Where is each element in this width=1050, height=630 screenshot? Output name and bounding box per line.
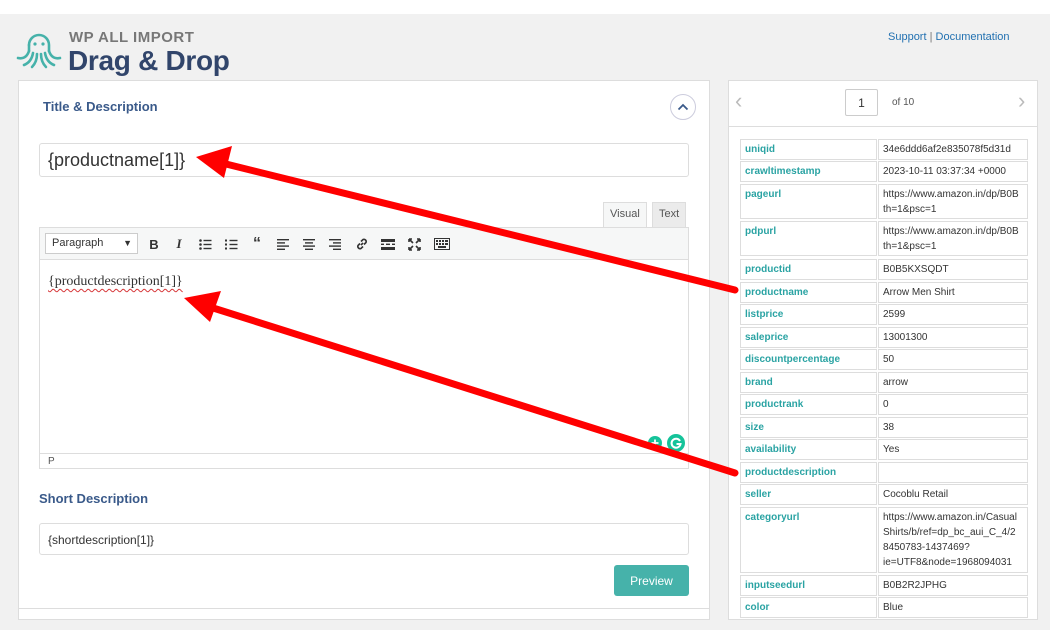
field-key[interactable]: brand xyxy=(740,372,877,393)
table-row: productdescription xyxy=(740,462,1028,483)
field-value: https://www.amazon.in/dp/B0B th=1&psc=1 xyxy=(878,221,1028,256)
link-icon[interactable] xyxy=(354,236,370,252)
page-total: of 10 xyxy=(892,97,915,108)
description-editor[interactable]: Paragraph ▼ B I “ {productdescription[1]… xyxy=(39,227,689,469)
field-key[interactable]: pdpurl xyxy=(740,221,877,256)
field-key[interactable]: color xyxy=(740,597,877,618)
table-row: pageurl https://www.amazon.in/dp/B0B th=… xyxy=(740,184,1028,219)
brand-title: Drag & Drop xyxy=(68,45,230,76)
field-value: 2599 xyxy=(878,304,1028,325)
title-description-heading: Title & Description xyxy=(43,99,158,114)
previous-record-arrow-icon[interactable]: ‹ xyxy=(735,88,742,114)
field-value: B0B2R2JPHG xyxy=(878,575,1028,596)
field-key[interactable]: inputseedurl xyxy=(740,575,877,596)
octopus-logo-icon xyxy=(16,33,62,69)
field-value: Yes xyxy=(878,439,1028,460)
tab-visual[interactable]: Visual xyxy=(603,202,647,228)
format-select[interactable]: Paragraph ▼ xyxy=(45,233,138,254)
title-input[interactable]: {productname[1]} xyxy=(39,143,689,177)
field-key[interactable]: listprice xyxy=(740,304,877,325)
short-description-heading: Short Description xyxy=(39,491,149,506)
italic-icon[interactable]: I xyxy=(171,236,187,252)
field-value: https://www.amazon.in/Casual Shirts/b/re… xyxy=(878,507,1028,573)
documentation-link[interactable]: Documentation xyxy=(936,31,1010,43)
field-value: 50 xyxy=(878,349,1028,370)
editor-content[interactable]: {productdescription[1]} xyxy=(48,274,183,290)
grammarly-icon[interactable] xyxy=(645,433,687,453)
table-row: productname Arrow Men Shirt xyxy=(740,282,1028,303)
field-key[interactable]: seller xyxy=(740,484,877,505)
brand-small-text: WP ALL IMPORT xyxy=(69,29,195,46)
table-row: categoryurl https://www.amazon.in/Casual… xyxy=(740,507,1028,573)
field-key[interactable]: productdescription xyxy=(740,462,877,483)
table-row: listprice 2599 xyxy=(740,304,1028,325)
preview-button[interactable]: Preview xyxy=(614,565,689,596)
field-key[interactable]: crawltimestamp xyxy=(740,161,877,182)
field-key[interactable]: productrank xyxy=(740,394,877,415)
collapse-button[interactable] xyxy=(670,94,696,120)
panel-divider xyxy=(18,608,710,609)
top-links: Support | Documentation xyxy=(888,31,1010,43)
numbered-list-icon[interactable] xyxy=(223,236,239,252)
caret-down-icon: ▼ xyxy=(123,238,132,248)
blockquote-icon[interactable]: “ xyxy=(249,235,265,252)
table-row: color Blue xyxy=(740,597,1028,618)
fullscreen-icon[interactable] xyxy=(406,236,422,252)
field-value: B0B5KXSQDT xyxy=(878,259,1028,280)
field-value: Blue xyxy=(878,597,1028,618)
field-value: 0 xyxy=(878,394,1028,415)
field-key[interactable]: discountpercentage xyxy=(740,349,877,370)
table-row: productid B0B5KXSQDT xyxy=(740,259,1028,280)
field-key[interactable]: size xyxy=(740,417,877,438)
field-key[interactable]: uniqid xyxy=(740,139,877,160)
align-left-icon[interactable] xyxy=(275,236,291,252)
field-value: https://www.amazon.in/dp/B0B th=1&psc=1 xyxy=(878,184,1028,219)
table-row: discountpercentage 50 xyxy=(740,349,1028,370)
field-key[interactable]: productid xyxy=(740,259,877,280)
chevron-up-icon xyxy=(677,103,689,111)
field-value: 34e6ddd6af2e835078f5d31d xyxy=(878,139,1028,160)
field-value: Arrow Men Shirt xyxy=(878,282,1028,303)
field-value: Cocoblu Retail xyxy=(878,484,1028,505)
field-value: 13001300 xyxy=(878,327,1028,348)
table-row: crawltimestamp 2023-10-11 03:37:34 +0000 xyxy=(740,161,1028,182)
tab-text[interactable]: Text xyxy=(652,202,687,228)
next-record-arrow-icon[interactable]: › xyxy=(1018,88,1025,114)
bullet-list-icon[interactable] xyxy=(197,236,213,252)
align-center-icon[interactable] xyxy=(301,236,317,252)
table-row: size 38 xyxy=(740,417,1028,438)
toolbar-toggle-icon[interactable] xyxy=(434,236,450,252)
bold-icon[interactable]: B xyxy=(146,236,162,252)
link-separator: | xyxy=(929,31,933,43)
field-key[interactable]: pageurl xyxy=(740,184,877,219)
editor-status-bar: P xyxy=(40,453,688,469)
table-row: brand arrow xyxy=(740,372,1028,393)
format-select-value: Paragraph xyxy=(52,237,104,249)
table-row: saleprice 13001300 xyxy=(740,327,1028,348)
table-row: inputseedurl B0B2R2JPHG xyxy=(740,575,1028,596)
field-value: 38 xyxy=(878,417,1028,438)
field-value: arrow xyxy=(878,372,1028,393)
table-row: availability Yes xyxy=(740,439,1028,460)
field-key[interactable]: productname xyxy=(740,282,877,303)
pager-divider xyxy=(728,126,1038,127)
table-row: uniqid 34e6ddd6af2e835078f5d31d xyxy=(740,139,1028,160)
editor-toolbar: Paragraph ▼ B I “ xyxy=(40,228,688,260)
table-row: productrank 0 xyxy=(740,394,1028,415)
table-row: seller Cocoblu Retail xyxy=(740,484,1028,505)
short-description-input[interactable]: {shortdescription[1]} xyxy=(39,523,689,555)
table-row: pdpurl https://www.amazon.in/dp/B0B th=1… xyxy=(740,221,1028,256)
field-key[interactable]: categoryurl xyxy=(740,507,877,573)
field-key[interactable]: saleprice xyxy=(740,327,877,348)
field-key[interactable]: availability xyxy=(740,439,877,460)
support-link[interactable]: Support xyxy=(888,31,927,43)
read-more-icon[interactable] xyxy=(380,236,396,252)
page-number-input[interactable]: 1 xyxy=(845,89,878,116)
align-right-icon[interactable] xyxy=(327,236,343,252)
field-value: 2023-10-11 03:37:34 +0000 xyxy=(878,161,1028,182)
field-value xyxy=(878,462,1028,483)
